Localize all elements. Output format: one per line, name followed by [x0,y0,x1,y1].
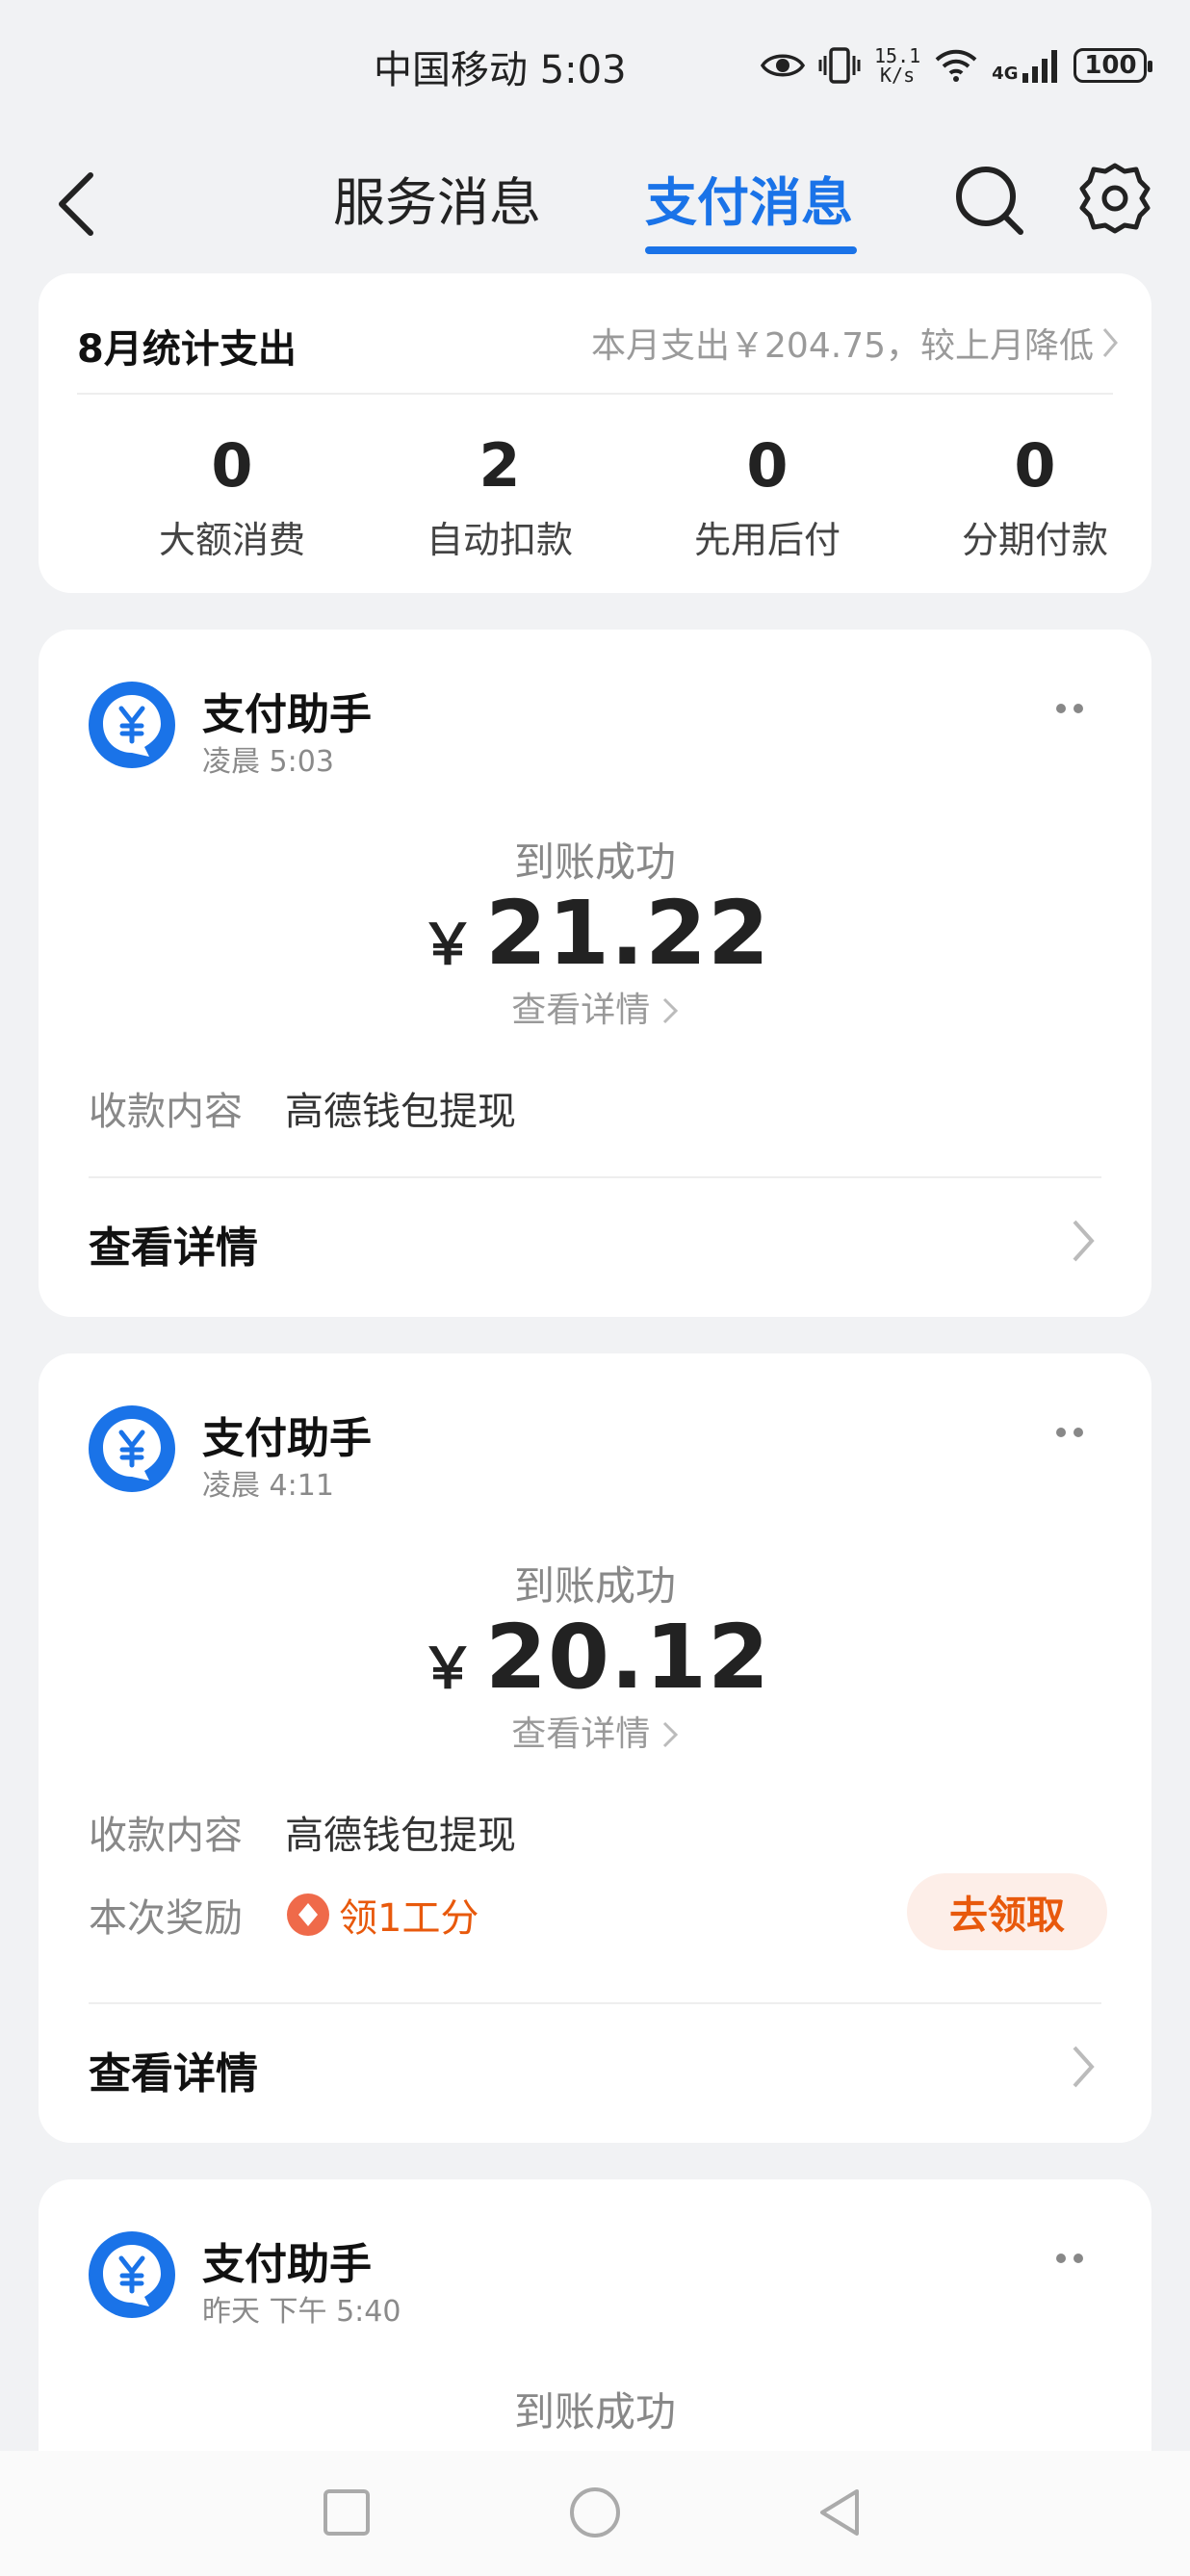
search-button[interactable] [951,160,1028,237]
tab-service-messages[interactable]: 服务消息 [333,160,541,236]
view-details-button[interactable]: 查看详情 [89,2039,258,2100]
stat-installments[interactable]: 0 分期付款 [905,427,1165,563]
message-status: 到账成功 [513,838,676,886]
detail-link-text: 查看详情 [511,991,651,1030]
stat-label: 分期付款 [961,519,1108,561]
message-sender: 支付助手 [202,2240,372,2289]
detail-link[interactable]: 查看详情 [39,982,1151,1032]
more-dots-icon[interactable] [1046,1423,1094,1442]
stat-label: 自动扣款 [426,519,573,561]
stat-label: 先用后付 [693,519,841,561]
chevron-right-icon [662,997,678,1024]
message-status: 到账成功 [513,1562,676,1610]
content-label: 收款内容 [89,1090,243,1134]
reward-text: 领1工分 [339,1896,479,1941]
stat-value: 2 [479,430,521,501]
more-dots-icon[interactable] [1046,2249,1094,2268]
home-icon[interactable] [566,2484,624,2541]
stat-value: 0 [746,430,789,501]
card-divider [89,1176,1101,1178]
net-tech-label: 4G [992,64,1019,84]
yuan-icon [89,682,175,768]
net-speed-unit: K/s [880,64,916,87]
signal-icon [1022,50,1058,83]
detail-link[interactable]: 查看详情 [39,1706,1151,1756]
summary-divider [77,393,1113,395]
vibrate-icon [818,47,861,84]
payment-message-card: 支付助手 凌晨 4:11 到账成功 ￥ 20.12 查看详情 收款内容 高德钱包… [39,1353,1151,2143]
payment-message-card: 支付助手 凌晨 5:03 到账成功 ￥ 21.22 查看详情 收款内容 高德钱包… [39,630,1151,1317]
net-speed-value: 15.1 [874,44,921,67]
amount-value: 21.22 [485,882,771,985]
monthly-spending-link[interactable]: 本月支出￥204.75，较上月降低 [591,318,1119,368]
message-status: 到账成功 [513,2388,676,2435]
net-speed: 15.1 K/s [874,46,920,85]
tab-payment-messages[interactable]: 支付消息 [645,160,853,236]
stat-auto-debit[interactable]: 2 自动扣款 [370,427,630,563]
top-navigation: 服务消息 支付消息 [0,131,1190,262]
chevron-right-icon[interactable] [1069,2043,1098,2091]
status-bar: 中国移动 5:03 15.1 K/s 4G 100 [0,0,1190,131]
stat-label: 大额消费 [158,519,305,561]
chevron-left-icon [59,172,93,236]
carrier-time: 中国移动 5:03 [374,48,627,92]
search-icon [956,167,1023,235]
settings-button[interactable] [1078,160,1151,237]
message-amount: ￥ 21.22 [39,882,1151,985]
yuan-icon [89,1405,175,1492]
status-icons: 15.1 K/s 4G 100 [761,39,1153,92]
content-value: 高德钱包提现 [285,1090,516,1134]
stat-buy-now-pay-later[interactable]: 0 先用后付 [637,427,897,563]
view-details-button[interactable]: 查看详情 [89,1213,258,1275]
chevron-right-icon[interactable] [1069,1217,1098,1265]
summary-title: 8月统计支出 [77,327,297,372]
battery-indicator: 100 [1074,48,1153,83]
eye-icon [761,54,805,77]
detail-link-text: 查看详情 [511,1714,651,1754]
card-divider [89,2002,1101,2004]
message-amount: ￥ 20.12 [39,1606,1151,1709]
chevron-right-icon [1102,328,1118,357]
back-triangle-icon[interactable] [811,2484,868,2541]
reward-label: 本次奖励 [89,1896,243,1941]
yuan-icon [89,2231,175,2318]
message-time: 凌晨 5:03 [202,745,334,779]
message-sender: 支付助手 [202,1414,372,1463]
currency-symbol: ￥ [419,1636,476,1701]
back-button[interactable] [48,166,106,243]
monthly-spending-text: 本月支出￥204.75，较上月降低 [591,326,1094,366]
chevron-right-icon [662,1721,678,1748]
active-tab-indicator [645,246,857,254]
system-navigation-bar [0,2451,1190,2576]
monthly-summary-card: 8月统计支出 本月支出￥204.75，较上月降低 0 大额消费 2 自动扣款 0… [39,273,1151,593]
stat-value: 0 [1014,430,1056,501]
message-sender: 支付助手 [202,690,372,739]
more-dots-icon[interactable] [1046,699,1094,718]
reward-value: 领1工分 [285,1887,479,1943]
message-time: 昨天 下午 5:40 [202,2295,401,2329]
wifi-icon [935,49,977,82]
claim-reward-button[interactable]: 去领取 [907,1873,1107,1950]
reward-diamond-icon [287,1893,329,1936]
currency-symbol: ￥ [419,912,476,977]
amount-value: 20.12 [485,1606,771,1709]
content-value: 高德钱包提现 [285,1814,516,1858]
message-time: 凌晨 4:11 [202,1469,334,1503]
content-label: 收款内容 [89,1814,243,1858]
recent-apps-icon[interactable] [318,2484,375,2541]
stat-large-consumption[interactable]: 0 大额消费 [102,427,362,563]
cell-signal: 4G [992,48,1060,83]
gear-icon [1079,163,1151,234]
stat-value: 0 [211,430,253,501]
